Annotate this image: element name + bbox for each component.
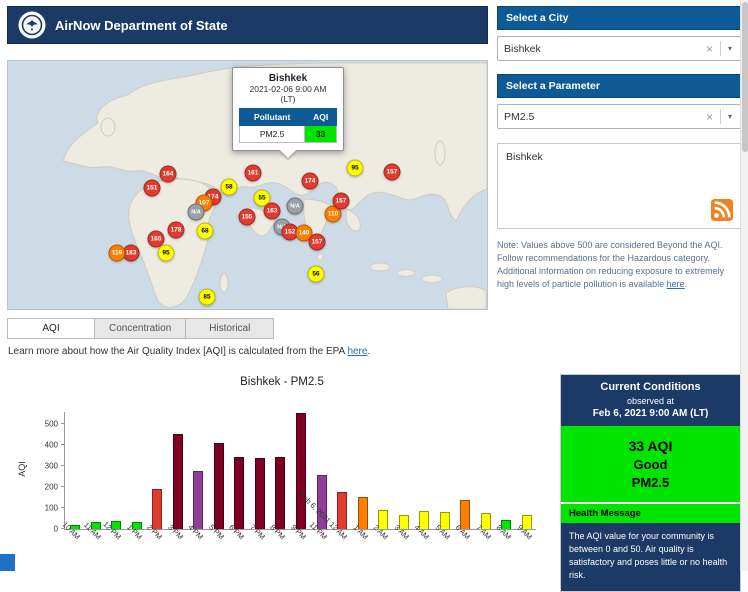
rss-feed-city: Bishkek: [506, 151, 543, 163]
learn-more: Learn more about how the Air Quality Ind…: [8, 346, 370, 357]
aqi-note: Note: Values above 500 are considered Be…: [497, 239, 741, 291]
parameter-select[interactable]: PM2.5 × ▾: [497, 104, 741, 129]
aqi-map-marker[interactable]: 68: [197, 223, 214, 240]
chart-bar[interactable]: [173, 434, 183, 529]
aqi-map-marker[interactable]: 95: [158, 245, 175, 262]
aqi-map-marker[interactable]: 164: [160, 166, 177, 183]
current-aqi-parameter: PM2.5: [565, 475, 736, 490]
current-conditions-panel: Current Conditions observed at Feb 6, 20…: [560, 374, 741, 592]
y-tick-label: 300: [45, 461, 58, 470]
learn-more-suffix: .: [367, 346, 370, 357]
popup-city: Bishkek: [239, 73, 337, 84]
aqi-map-marker[interactable]: 174: [302, 173, 319, 190]
y-tick-mark: [61, 444, 65, 445]
health-message-header: Health Message: [561, 502, 740, 523]
y-tick-mark: [61, 465, 65, 466]
aqi-map-marker[interactable]: 151: [144, 180, 161, 197]
city-select[interactable]: Bishkek × ▾: [497, 36, 741, 61]
y-tick-label: 200: [45, 482, 58, 491]
y-tick-mark: [61, 486, 65, 487]
y-tick-label: 100: [45, 503, 58, 512]
world-map[interactable]: 15116458174107N/A17868165183119958516155…: [7, 60, 488, 310]
current-aqi-value: 33 AQI: [565, 438, 736, 454]
popup-datetime: 2021-02-06 9:00 AM: [239, 84, 337, 94]
state-department-seal-icon: [18, 11, 46, 39]
aqi-map-marker[interactable]: N/A: [188, 204, 205, 221]
y-tick-mark: [61, 423, 65, 424]
observed-at-datetime: Feb 6, 2021 9:00 AM (LT): [565, 408, 736, 419]
current-aqi-box: 33 AQI Good PM2.5: [561, 426, 740, 502]
rss-icon[interactable]: [711, 199, 733, 221]
chart-bar[interactable]: [275, 457, 285, 529]
y-tick-label: 500: [45, 419, 58, 428]
aqi-map-marker[interactable]: 56: [308, 266, 325, 283]
aqi-map-marker[interactable]: 155: [239, 209, 256, 226]
city-caret-down-icon[interactable]: ▾: [721, 44, 734, 53]
current-conditions-header: Current Conditions observed at Feb 6, 20…: [561, 375, 740, 426]
app-title: AirNow Department of State: [55, 18, 228, 33]
aqi-map-marker[interactable]: 119: [109, 245, 126, 262]
aqi-map-marker[interactable]: 157: [384, 164, 401, 181]
aqi-map-marker[interactable]: 157: [309, 234, 326, 251]
aqi-map-marker[interactable]: 58: [221, 179, 238, 196]
tabs: AQIConcentrationHistorical: [7, 318, 274, 339]
rss-feed-box: Bishkek: [497, 143, 741, 229]
tab-concentration[interactable]: Concentration: [95, 318, 186, 339]
learn-more-text: Learn more about how the Air Quality Ind…: [8, 346, 347, 357]
aqi-map-marker[interactable]: 161: [245, 165, 262, 182]
aqi-map-marker[interactable]: 163: [264, 203, 281, 220]
chart-plot: 010020030040050010 AM11 AM12 PM1 PM2 PM3…: [64, 412, 536, 530]
app-header: AirNow Department of State: [7, 6, 488, 44]
corner-widget: [0, 554, 15, 571]
aqi-chart: Bishkek - PM2.5 AQI 010020030040050010 A…: [12, 368, 552, 568]
chart-bar[interactable]: [337, 492, 347, 529]
parameter-select-value: PM2.5: [504, 111, 699, 123]
popup-aqi-value: 33: [305, 126, 337, 143]
learn-more-here-link[interactable]: here: [347, 346, 367, 357]
popup-timezone: (LT): [239, 94, 337, 104]
health-message-text: The AQI value for your community is betw…: [561, 523, 740, 591]
current-aqi-category: Good: [565, 457, 736, 472]
aqi-map-marker[interactable]: 85: [199, 289, 216, 306]
tab-historical[interactable]: Historical: [186, 318, 274, 339]
aqi-map-marker[interactable]: 95: [347, 160, 364, 177]
chart-bar[interactable]: [255, 458, 265, 529]
city-select-value: Bishkek: [504, 43, 699, 55]
parameter-clear-icon[interactable]: ×: [699, 110, 720, 124]
sidebar: Select a City Bishkek × ▾ Select a Param…: [497, 6, 741, 291]
y-tick-label: 400: [45, 440, 58, 449]
chart-bar[interactable]: [296, 413, 306, 529]
x-tick-label: 10 AM: [61, 520, 82, 541]
city-clear-icon[interactable]: ×: [699, 42, 720, 56]
popup-arrow: [280, 150, 296, 158]
select-parameter-header: Select a Parameter: [497, 74, 741, 98]
current-conditions-title: Current Conditions: [565, 381, 736, 393]
y-tick-label: 0: [54, 525, 58, 534]
observed-at-label: observed at: [565, 396, 736, 406]
note-here-link[interactable]: here: [667, 279, 685, 289]
y-tick-mark: [61, 507, 65, 508]
chart-bar[interactable]: [193, 471, 203, 529]
scrollbar-thumb[interactable]: [742, 2, 748, 152]
popup-pollutant-value: PM2.5: [240, 126, 305, 143]
chart-bar[interactable]: [214, 443, 224, 529]
parameter-caret-down-icon[interactable]: ▾: [721, 112, 734, 121]
scrollbar[interactable]: [740, 0, 748, 571]
tab-aqi[interactable]: AQI: [7, 318, 95, 339]
chart-y-axis-label: AQI: [17, 461, 27, 477]
aqi-map-marker[interactable]: N/A: [287, 198, 304, 215]
popup-table: Pollutant AQI PM2.5 33: [239, 108, 337, 143]
map-popup: Bishkek 2021-02-06 9:00 AM (LT) Pollutan…: [232, 67, 344, 151]
popup-col-pollutant: Pollutant: [240, 109, 305, 126]
chart-title: Bishkek - PM2.5: [12, 368, 552, 388]
aqi-map-marker[interactable]: 178: [168, 222, 185, 239]
select-city-header: Select a City: [497, 6, 741, 30]
chart-bar[interactable]: [152, 489, 162, 529]
popup-col-aqi: AQI: [305, 109, 337, 126]
chart-bar[interactable]: [234, 457, 244, 529]
aqi-map-marker[interactable]: 157: [333, 193, 350, 210]
note-text: Note: Values above 500 are considered Be…: [497, 240, 724, 289]
note-suffix: .: [685, 279, 688, 289]
